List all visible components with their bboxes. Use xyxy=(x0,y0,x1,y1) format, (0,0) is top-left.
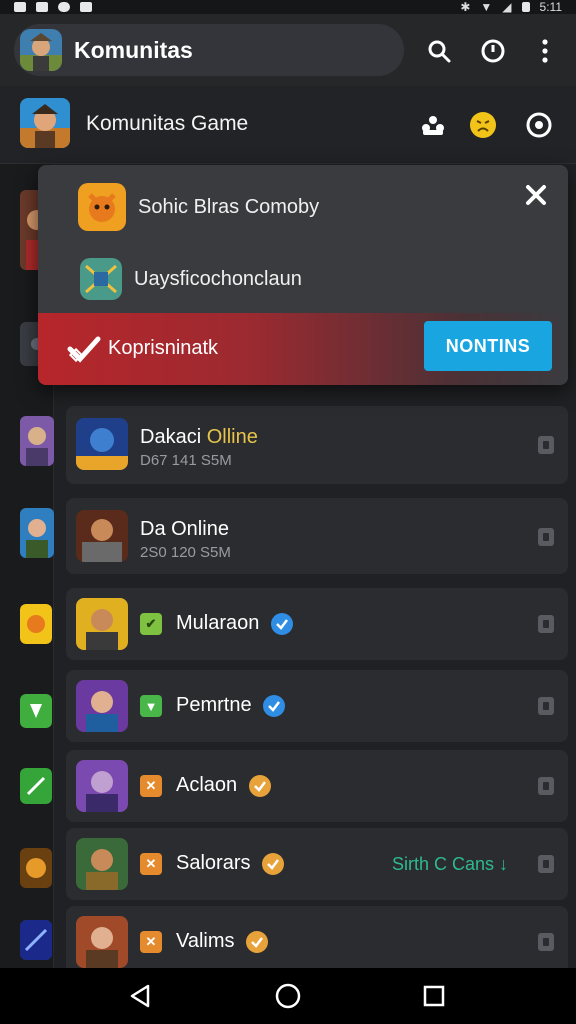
verified-icon xyxy=(263,694,286,717)
hero-icon xyxy=(76,598,128,650)
item-name: Salorars xyxy=(176,852,285,875)
item-menu-icon[interactable] xyxy=(538,777,554,795)
item-name: Mularaon xyxy=(176,612,293,635)
more-options-icon[interactable] xyxy=(530,36,560,66)
item-name: Dakaci Olline xyxy=(140,426,258,449)
system-nav-bar xyxy=(0,968,576,1024)
eye-icon[interactable] xyxy=(524,110,554,140)
community-popup: Sohic Blras Comoby Uaysficochonclaun Kop… xyxy=(38,165,568,385)
banner-label: Koprisninatk xyxy=(108,337,219,359)
rail-item-magic[interactable] xyxy=(20,920,52,960)
item-name: Aclaon xyxy=(176,774,271,797)
gallery-icon xyxy=(14,2,26,12)
screen: ✱ ▼ ◢ 5:11 Komunitas Komunitas Game Daka… xyxy=(0,0,576,1024)
item-subtitle: D67 141 S5M xyxy=(140,452,232,469)
item-subtitle: 2S0 120 S5M xyxy=(140,544,231,561)
warrior-icon xyxy=(76,510,128,562)
item-name-part: Dakaci xyxy=(140,426,207,448)
notification-icon xyxy=(80,2,92,12)
timer-icon[interactable] xyxy=(478,36,508,66)
item-tag: ✕ xyxy=(140,775,162,797)
rail-item-fox[interactable] xyxy=(20,604,52,644)
list-item[interactable]: ✕ Valims xyxy=(66,906,568,968)
verified-icon xyxy=(270,612,293,635)
popup-option[interactable]: Sohic Blras Comoby xyxy=(78,181,498,233)
item-name-text: Pemrtne xyxy=(176,694,252,716)
item-name-text: Mularaon xyxy=(176,612,260,634)
popup-option[interactable]: Uaysficochonclaun xyxy=(78,253,498,305)
item-trailing-label[interactable]: Sirth C Cans ↓ xyxy=(392,854,508,875)
wifi-icon: ▼ xyxy=(480,0,493,14)
ranger-icon xyxy=(76,680,128,732)
check-icon xyxy=(66,331,102,367)
item-name-text: Valims xyxy=(176,930,235,952)
clock: 5:11 xyxy=(539,0,562,14)
list-item[interactable]: ✕ Salorars Sirth C Cans ↓ xyxy=(66,828,568,900)
item-tag: ✕ xyxy=(140,853,162,875)
popup-option-label: Sohic Blras Comoby xyxy=(138,195,320,218)
item-tag: ▼ xyxy=(140,695,162,717)
rail-item-sword[interactable] xyxy=(20,768,52,804)
rail-item-soldier[interactable] xyxy=(20,508,54,558)
status-right: ✱ ▼ ◢ 5:11 xyxy=(460,0,562,14)
item-menu-icon[interactable] xyxy=(538,933,554,951)
list-item[interactable]: ▼ Pemrtne xyxy=(66,670,568,742)
wizard-icon xyxy=(76,760,128,812)
list-item[interactable]: ✕ Aclaon xyxy=(66,750,568,822)
home-icon[interactable] xyxy=(274,982,302,1010)
community-title: Komunitas Game xyxy=(86,112,249,135)
popup-option-label: Uaysficochonclaun xyxy=(134,267,302,290)
item-name: Da Online xyxy=(140,518,229,540)
bluetooth-icon: ✱ xyxy=(460,0,471,14)
search-icon[interactable] xyxy=(424,36,454,66)
popup-action-button[interactable]: NONTINS xyxy=(424,321,552,371)
item-tag: ✕ xyxy=(140,931,162,953)
status-left xyxy=(14,2,92,12)
popup-banner: Koprisninatk NONTINS xyxy=(38,313,568,385)
item-tag: ✔ xyxy=(140,613,162,635)
knight-icon xyxy=(76,916,128,968)
back-icon[interactable] xyxy=(126,982,154,1010)
app-avatar xyxy=(20,29,62,71)
item-menu-icon[interactable] xyxy=(538,615,554,633)
rail-item-fire[interactable] xyxy=(20,848,52,888)
item-menu-icon[interactable] xyxy=(538,528,554,546)
members-icon[interactable] xyxy=(418,110,448,140)
verified-icon xyxy=(248,774,271,797)
item-menu-icon[interactable] xyxy=(538,436,554,454)
list-item[interactable]: ✔ Mularaon xyxy=(66,588,568,660)
community-avatar xyxy=(20,98,70,148)
map-icon xyxy=(80,258,122,300)
recents-icon[interactable] xyxy=(420,982,448,1010)
verified-icon xyxy=(262,852,285,875)
item-menu-icon[interactable] xyxy=(538,855,554,873)
community-header[interactable]: Komunitas Game xyxy=(0,86,576,164)
emoji-icon[interactable] xyxy=(468,110,498,140)
item-menu-icon[interactable] xyxy=(538,697,554,715)
status-bar: ✱ ▼ ◢ 5:11 xyxy=(0,0,576,14)
item-name-text: Aclaon xyxy=(176,774,238,796)
community-switcher[interactable]: Komunitas xyxy=(14,24,404,76)
fox-icon xyxy=(78,183,126,231)
battery-icon xyxy=(521,2,530,12)
app-title: Komunitas xyxy=(74,36,193,63)
verified-icon xyxy=(246,930,269,953)
rail-item-shield[interactable] xyxy=(20,694,52,728)
message-icon xyxy=(36,2,48,12)
item-name: Pemrtne xyxy=(176,694,286,717)
archer-icon xyxy=(76,838,128,890)
rail-item-knight[interactable] xyxy=(20,416,54,466)
item-name: Valims xyxy=(176,930,269,953)
signal-icon: ◢ xyxy=(502,0,512,14)
list-item[interactable]: Dakaci Olline D67 141 S5M xyxy=(66,406,568,484)
dragon-icon xyxy=(76,418,128,470)
sync-icon xyxy=(58,2,70,12)
app-bar: Komunitas xyxy=(0,14,576,86)
list-item[interactable]: Da Online 2S0 120 S5M xyxy=(66,498,568,574)
item-name-text: Salorars xyxy=(176,852,251,874)
close-icon[interactable] xyxy=(524,183,548,207)
item-name-highlight: Olline xyxy=(206,426,258,448)
